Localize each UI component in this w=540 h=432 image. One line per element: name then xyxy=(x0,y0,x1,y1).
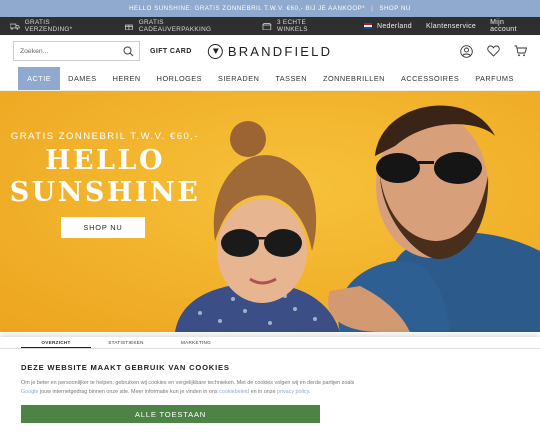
promo-shop-link[interactable]: SHOP NU xyxy=(379,5,411,12)
truck-icon xyxy=(10,23,20,30)
promo-text: HELLO SUNSHINE: GRATIS ZONNEBRIL T.W.V. … xyxy=(129,5,366,12)
country-selector[interactable]: Nederland xyxy=(377,23,412,30)
store-icon xyxy=(262,22,272,30)
nav-item-actie[interactable]: ACTIE xyxy=(18,67,61,90)
shop-now-button[interactable]: SHOP NU xyxy=(61,217,145,238)
nav-item-zonnebrillen[interactable]: ZONNEBRILLEN xyxy=(315,67,393,90)
cookie-text-part2: jouw internetgedrag binnen onze site. Me… xyxy=(38,389,220,395)
cookie-banner: OVERZICHT STATISTIEKEN MARKETING DEZE WE… xyxy=(0,337,540,432)
cookie-title: DEZE WEBSITE MAAKT GEBRUIK VAN COOKIES xyxy=(21,363,230,372)
usp-shipping: GRATIS VERZENDING* xyxy=(10,19,98,33)
nav-item-horloges[interactable]: HORLOGES xyxy=(149,67,210,90)
nav-item-sieraden[interactable]: SIERADEN xyxy=(210,67,267,90)
cookie-text-part4: . xyxy=(308,389,311,395)
brand-name: BRANDFIELD xyxy=(227,43,333,59)
tab-marketing[interactable]: MARKETING xyxy=(161,337,231,348)
nav-item-heren[interactable]: HEREN xyxy=(105,67,149,90)
usp-stores-label: 3 ECHTE WINKELS xyxy=(276,19,308,33)
hero-title-line1: HELLO xyxy=(44,145,166,176)
cookie-tabs: OVERZICHT STATISTIEKEN MARKETING xyxy=(0,337,540,349)
hero-subtitle: GRATIS ZONNEBRIL T.W.V. €60,- xyxy=(10,131,200,142)
hero-title: HELLO SUNSHINE xyxy=(0,145,210,209)
cookie-text: Om je beter en persoonlijker te helpen, … xyxy=(21,379,519,397)
brand-logo-mark-icon xyxy=(207,43,223,59)
usp-giftwrap: GRATIS CADEAUVERPAKKING xyxy=(124,19,236,33)
site-header: GIFT CARD BRANDFIELD xyxy=(0,35,540,67)
customer-service-link[interactable]: Klantenservice xyxy=(426,23,476,30)
nav-item-dames[interactable]: DAMES xyxy=(60,67,104,90)
accept-all-cookies-button[interactable]: ALLE TOESTAAN xyxy=(21,405,320,423)
giftcard-link[interactable]: GIFT CARD xyxy=(150,48,192,55)
cookie-text-part1: Om je beter en persoonlijker te helpen, … xyxy=(21,380,355,386)
tab-statistieken[interactable]: STATISTIEKEN xyxy=(91,337,161,348)
cookie-text-part3: en in onze xyxy=(249,389,277,395)
nav-item-accessoires[interactable]: ACCESSOIRES xyxy=(393,67,467,90)
gift-icon xyxy=(124,24,133,30)
cookie-policy-link[interactable]: cookiebeleid xyxy=(219,389,249,395)
tab-overzicht[interactable]: OVERZICHT xyxy=(21,337,91,348)
search-input[interactable] xyxy=(20,47,120,55)
usp-bar: GRATIS VERZENDING* GRATIS CADEAUVERPAKKI… xyxy=(0,17,540,35)
nav-item-parfums[interactable]: PARFUMS xyxy=(467,67,522,90)
promo-separator: | xyxy=(371,5,374,12)
my-account-link[interactable]: Mijn account xyxy=(490,19,530,33)
netherlands-flag-icon xyxy=(363,23,372,29)
google-link[interactable]: Google xyxy=(21,389,38,395)
hero-image xyxy=(0,91,540,332)
main-nav: ACTIE DAMES HEREN HORLOGES SIERADEN TASS… xyxy=(0,67,540,91)
cart-icon[interactable] xyxy=(514,45,527,57)
nav-item-tassen[interactable]: TASSEN xyxy=(267,67,315,90)
usp-giftwrap-label: GRATIS CADEAUVERPAKKING xyxy=(138,19,212,33)
usp-shipping-label: GRATIS VERZENDING* xyxy=(24,19,73,33)
usp-stores: 3 ECHTE WINKELS xyxy=(262,19,337,33)
heart-icon[interactable] xyxy=(487,45,500,57)
hero-banner[interactable]: GRATIS ZONNEBRIL T.W.V. €60,- HELLO SUNS… xyxy=(0,91,540,332)
search-icon[interactable] xyxy=(123,46,134,57)
hero-title-line2: SUNSHINE xyxy=(9,177,201,208)
brand-logo[interactable]: BRANDFIELD xyxy=(207,43,333,59)
header-icons xyxy=(446,44,527,58)
search-box[interactable] xyxy=(13,41,140,61)
privacy-policy-link[interactable]: privacy policy xyxy=(277,389,309,395)
promo-bar[interactable]: HELLO SUNSHINE: GRATIS ZONNEBRIL T.W.V. … xyxy=(0,0,540,17)
account-icon[interactable] xyxy=(460,44,473,58)
usp-links: Nederland Klantenservice Mijn account xyxy=(363,19,530,33)
